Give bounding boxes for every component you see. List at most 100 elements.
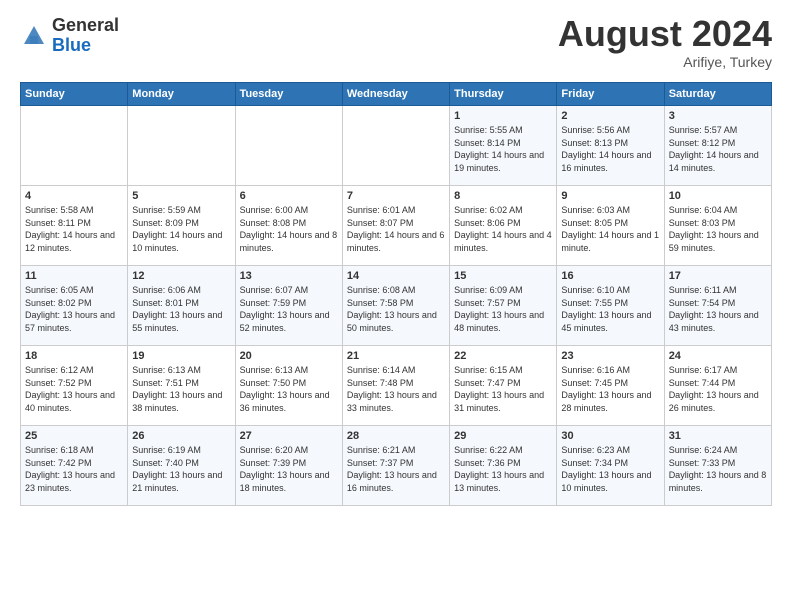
day-info: Sunrise: 6:11 AMSunset: 7:54 PMDaylight:… [669, 284, 767, 334]
calendar-cell: 4 Sunrise: 5:58 AMSunset: 8:11 PMDayligh… [21, 186, 128, 266]
calendar-cell: 14 Sunrise: 6:08 AMSunset: 7:58 PMDaylig… [342, 266, 449, 346]
calendar-cell: 22 Sunrise: 6:15 AMSunset: 7:47 PMDaylig… [450, 346, 557, 426]
calendar-cell: 31 Sunrise: 6:24 AMSunset: 7:33 PMDaylig… [664, 426, 771, 506]
calendar-cell: 6 Sunrise: 6:00 AMSunset: 8:08 PMDayligh… [235, 186, 342, 266]
day-number: 23 [561, 350, 659, 362]
day-info: Sunrise: 6:20 AMSunset: 7:39 PMDaylight:… [240, 444, 338, 494]
calendar-cell: 24 Sunrise: 6:17 AMSunset: 7:44 PMDaylig… [664, 346, 771, 426]
day-info: Sunrise: 6:08 AMSunset: 7:58 PMDaylight:… [347, 284, 445, 334]
week-row-0: 1 Sunrise: 5:55 AMSunset: 8:14 PMDayligh… [21, 106, 772, 186]
calendar-cell: 27 Sunrise: 6:20 AMSunset: 7:39 PMDaylig… [235, 426, 342, 506]
day-number: 25 [25, 430, 123, 442]
day-info: Sunrise: 6:18 AMSunset: 7:42 PMDaylight:… [25, 444, 123, 494]
day-info: Sunrise: 6:10 AMSunset: 7:55 PMDaylight:… [561, 284, 659, 334]
day-info: Sunrise: 6:22 AMSunset: 7:36 PMDaylight:… [454, 444, 552, 494]
calendar-cell: 10 Sunrise: 6:04 AMSunset: 8:03 PMDaylig… [664, 186, 771, 266]
calendar-cell: 28 Sunrise: 6:21 AMSunset: 7:37 PMDaylig… [342, 426, 449, 506]
calendar-cell [21, 106, 128, 186]
day-number: 17 [669, 270, 767, 282]
logo: General Blue [20, 16, 119, 56]
day-number: 26 [132, 430, 230, 442]
header-friday: Friday [557, 83, 664, 106]
day-number: 4 [25, 190, 123, 202]
day-number: 30 [561, 430, 659, 442]
day-number: 14 [347, 270, 445, 282]
calendar-cell [342, 106, 449, 186]
day-number: 21 [347, 350, 445, 362]
day-info: Sunrise: 6:14 AMSunset: 7:48 PMDaylight:… [347, 364, 445, 414]
day-info: Sunrise: 6:05 AMSunset: 8:02 PMDaylight:… [25, 284, 123, 334]
day-info: Sunrise: 6:13 AMSunset: 7:51 PMDaylight:… [132, 364, 230, 414]
location: Arifiye, Turkey [558, 54, 772, 70]
logo-blue-text: Blue [52, 35, 91, 55]
calendar-cell: 8 Sunrise: 6:02 AMSunset: 8:06 PMDayligh… [450, 186, 557, 266]
calendar-cell: 1 Sunrise: 5:55 AMSunset: 8:14 PMDayligh… [450, 106, 557, 186]
day-number: 3 [669, 110, 767, 122]
day-info: Sunrise: 6:19 AMSunset: 7:40 PMDaylight:… [132, 444, 230, 494]
week-row-1: 4 Sunrise: 5:58 AMSunset: 8:11 PMDayligh… [21, 186, 772, 266]
calendar-cell: 12 Sunrise: 6:06 AMSunset: 8:01 PMDaylig… [128, 266, 235, 346]
day-number: 2 [561, 110, 659, 122]
calendar-cell: 5 Sunrise: 5:59 AMSunset: 8:09 PMDayligh… [128, 186, 235, 266]
title-block: August 2024 Arifiye, Turkey [558, 16, 772, 70]
header-monday: Monday [128, 83, 235, 106]
day-number: 20 [240, 350, 338, 362]
calendar-cell: 13 Sunrise: 6:07 AMSunset: 7:59 PMDaylig… [235, 266, 342, 346]
day-info: Sunrise: 5:58 AMSunset: 8:11 PMDaylight:… [25, 204, 123, 254]
day-number: 18 [25, 350, 123, 362]
day-info: Sunrise: 6:02 AMSunset: 8:06 PMDaylight:… [454, 204, 552, 254]
day-number: 11 [25, 270, 123, 282]
calendar-cell: 20 Sunrise: 6:13 AMSunset: 7:50 PMDaylig… [235, 346, 342, 426]
day-number: 8 [454, 190, 552, 202]
day-number: 7 [347, 190, 445, 202]
calendar-cell: 11 Sunrise: 6:05 AMSunset: 8:02 PMDaylig… [21, 266, 128, 346]
calendar-cell: 16 Sunrise: 6:10 AMSunset: 7:55 PMDaylig… [557, 266, 664, 346]
calendar-cell: 18 Sunrise: 6:12 AMSunset: 7:52 PMDaylig… [21, 346, 128, 426]
calendar-cell: 19 Sunrise: 6:13 AMSunset: 7:51 PMDaylig… [128, 346, 235, 426]
header-tuesday: Tuesday [235, 83, 342, 106]
page-header: General Blue August 2024 Arifiye, Turkey [20, 16, 772, 70]
day-number: 29 [454, 430, 552, 442]
day-info: Sunrise: 6:09 AMSunset: 7:57 PMDaylight:… [454, 284, 552, 334]
day-number: 24 [669, 350, 767, 362]
logo-icon [20, 22, 48, 50]
calendar-cell: 2 Sunrise: 5:56 AMSunset: 8:13 PMDayligh… [557, 106, 664, 186]
day-number: 16 [561, 270, 659, 282]
day-info: Sunrise: 6:24 AMSunset: 7:33 PMDaylight:… [669, 444, 767, 494]
day-info: Sunrise: 5:56 AMSunset: 8:13 PMDaylight:… [561, 124, 659, 174]
header-thursday: Thursday [450, 83, 557, 106]
week-row-2: 11 Sunrise: 6:05 AMSunset: 8:02 PMDaylig… [21, 266, 772, 346]
calendar-cell: 25 Sunrise: 6:18 AMSunset: 7:42 PMDaylig… [21, 426, 128, 506]
day-number: 1 [454, 110, 552, 122]
day-info: Sunrise: 5:57 AMSunset: 8:12 PMDaylight:… [669, 124, 767, 174]
day-info: Sunrise: 6:23 AMSunset: 7:34 PMDaylight:… [561, 444, 659, 494]
day-info: Sunrise: 6:00 AMSunset: 8:08 PMDaylight:… [240, 204, 338, 254]
header-sunday: Sunday [21, 83, 128, 106]
day-info: Sunrise: 6:21 AMSunset: 7:37 PMDaylight:… [347, 444, 445, 494]
calendar-cell: 29 Sunrise: 6:22 AMSunset: 7:36 PMDaylig… [450, 426, 557, 506]
day-info: Sunrise: 5:55 AMSunset: 8:14 PMDaylight:… [454, 124, 552, 174]
day-number: 27 [240, 430, 338, 442]
calendar-cell: 17 Sunrise: 6:11 AMSunset: 7:54 PMDaylig… [664, 266, 771, 346]
day-number: 28 [347, 430, 445, 442]
header-row: SundayMondayTuesdayWednesdayThursdayFrid… [21, 83, 772, 106]
calendar-cell [128, 106, 235, 186]
day-info: Sunrise: 6:16 AMSunset: 7:45 PMDaylight:… [561, 364, 659, 414]
day-number: 9 [561, 190, 659, 202]
day-info: Sunrise: 6:04 AMSunset: 8:03 PMDaylight:… [669, 204, 767, 254]
week-row-4: 25 Sunrise: 6:18 AMSunset: 7:42 PMDaylig… [21, 426, 772, 506]
header-wednesday: Wednesday [342, 83, 449, 106]
calendar-cell: 9 Sunrise: 6:03 AMSunset: 8:05 PMDayligh… [557, 186, 664, 266]
calendar-cell: 7 Sunrise: 6:01 AMSunset: 8:07 PMDayligh… [342, 186, 449, 266]
day-info: Sunrise: 6:13 AMSunset: 7:50 PMDaylight:… [240, 364, 338, 414]
day-number: 10 [669, 190, 767, 202]
day-info: Sunrise: 6:15 AMSunset: 7:47 PMDaylight:… [454, 364, 552, 414]
day-number: 15 [454, 270, 552, 282]
day-number: 19 [132, 350, 230, 362]
day-number: 6 [240, 190, 338, 202]
calendar-cell [235, 106, 342, 186]
day-info: Sunrise: 5:59 AMSunset: 8:09 PMDaylight:… [132, 204, 230, 254]
day-info: Sunrise: 6:06 AMSunset: 8:01 PMDaylight:… [132, 284, 230, 334]
month-title: August 2024 [558, 16, 772, 52]
day-number: 31 [669, 430, 767, 442]
